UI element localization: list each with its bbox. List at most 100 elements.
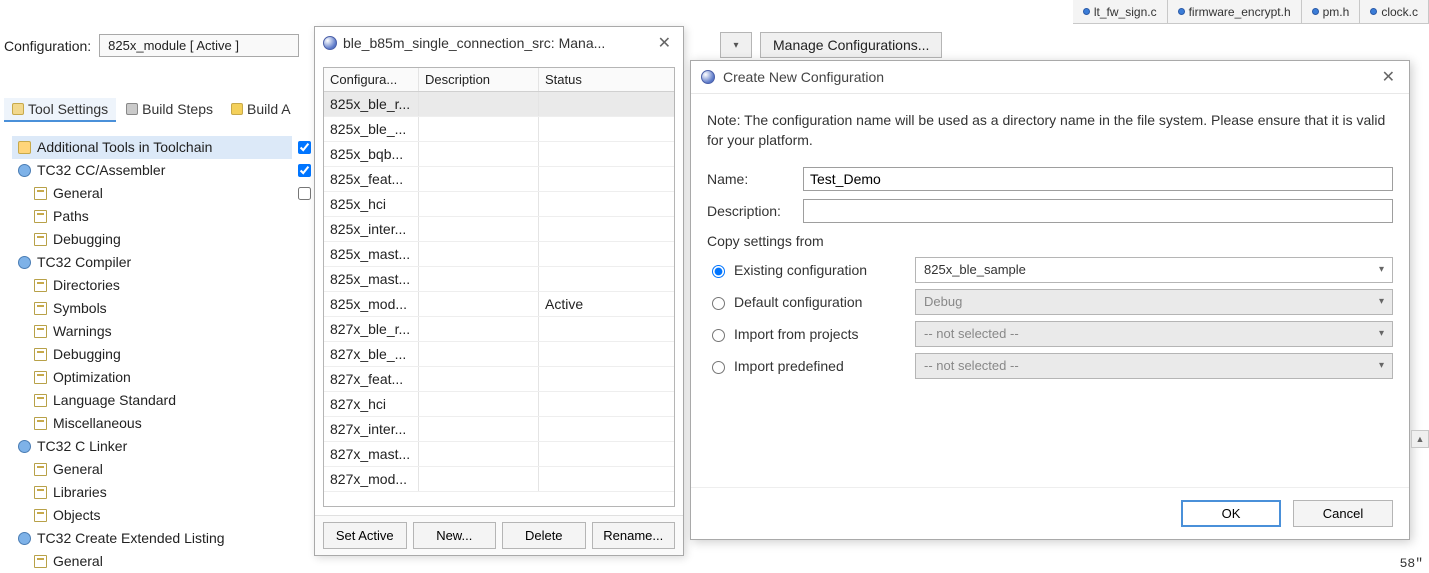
tree-asm-paths[interactable]: Paths	[12, 205, 292, 228]
doc-icon	[34, 210, 47, 223]
manage-titlebar[interactable]: ble_b85m_single_connection_src: Mana... …	[315, 27, 683, 59]
scroll-up-icon[interactable]: ▲	[1411, 430, 1429, 448]
set-active-button[interactable]: Set Active	[323, 522, 407, 549]
checkbox-column	[294, 138, 314, 203]
table-row[interactable]: 825x_feat...	[324, 167, 674, 192]
tab-build-artifact[interactable]: Build A	[223, 98, 299, 122]
table-row[interactable]: 825x_ble_r...	[324, 92, 674, 117]
tree-comp-warnings[interactable]: Warnings	[12, 320, 292, 343]
tree-assembler[interactable]: TC32 CC/Assembler	[12, 159, 292, 182]
tool-icon	[18, 256, 31, 269]
tab-pm[interactable]: pm.h	[1302, 0, 1361, 23]
description-input[interactable]	[803, 199, 1393, 223]
default-select: Debug▾	[915, 289, 1393, 315]
delete-button[interactable]: Delete	[502, 522, 586, 549]
table-row[interactable]: 827x_inter...	[324, 417, 674, 442]
radio-default[interactable]: Default configuration	[707, 294, 907, 310]
configuration-select[interactable]: 825x_module [ Active ]	[99, 34, 299, 57]
name-input[interactable]	[803, 167, 1393, 191]
doc-icon	[34, 486, 47, 499]
tree-link-objects[interactable]: Objects	[12, 504, 292, 527]
trophy-icon	[231, 103, 243, 115]
chevron-down-icon: ▾	[1379, 328, 1384, 339]
doc-icon	[34, 417, 47, 430]
tree-compiler[interactable]: TC32 Compiler	[12, 251, 292, 274]
checkbox-2[interactable]	[294, 161, 314, 180]
tree-asm-debugging[interactable]: Debugging	[12, 228, 292, 251]
configuration-label: Configuration:	[4, 38, 91, 54]
doc-icon	[34, 348, 47, 361]
create-footer: OK Cancel	[691, 487, 1409, 539]
table-row[interactable]: 825x_mast...	[324, 242, 674, 267]
header-configuration[interactable]: Configura...	[324, 68, 419, 91]
tree-asm-general[interactable]: General	[12, 182, 292, 205]
existing-select[interactable]: 825x_ble_sample▾	[915, 257, 1393, 283]
create-note: Note: The configuration name will be use…	[707, 110, 1393, 151]
table-row[interactable]: 825x_mod...Active	[324, 292, 674, 317]
tree-extended-listing[interactable]: TC32 Create Extended Listing	[12, 527, 292, 550]
chevron-down-icon: ▾	[1379, 296, 1384, 307]
checkbox-1[interactable]	[294, 138, 314, 157]
copy-settings-title: Copy settings from	[707, 233, 1393, 249]
tree-comp-misc[interactable]: Miscellaneous	[12, 412, 292, 435]
tree-link-libraries[interactable]: Libraries	[12, 481, 292, 504]
new-button[interactable]: New...	[413, 522, 497, 549]
doc-icon	[34, 555, 47, 568]
file-icon	[1370, 8, 1377, 15]
tree-comp-language[interactable]: Language Standard	[12, 389, 292, 412]
table-row[interactable]: 825x_hci	[324, 192, 674, 217]
table-rows[interactable]: 825x_ble_r...825x_ble_...825x_bqb...825x…	[324, 92, 674, 506]
tree-comp-debugging[interactable]: Debugging	[12, 343, 292, 366]
table-row[interactable]: 827x_ble_r...	[324, 317, 674, 342]
doc-icon	[34, 325, 47, 338]
ok-button[interactable]: OK	[1181, 500, 1281, 527]
radio-import-projects[interactable]: Import from projects	[707, 326, 907, 342]
file-icon	[1178, 8, 1185, 15]
configuration-dropdown-button[interactable]	[720, 32, 752, 58]
gear-icon	[126, 103, 138, 115]
radio-import-predefined[interactable]: Import predefined	[707, 358, 907, 374]
table-row[interactable]: 825x_mast...	[324, 267, 674, 292]
name-label: Name:	[707, 171, 793, 187]
tree-comp-optimization[interactable]: Optimization	[12, 366, 292, 389]
close-icon[interactable]: ✕	[654, 33, 675, 53]
table-row[interactable]: 827x_hci	[324, 392, 674, 417]
tree-link-general[interactable]: General	[12, 458, 292, 481]
tree-linker[interactable]: TC32 C Linker	[12, 435, 292, 458]
manage-title: ble_b85m_single_connection_src: Mana...	[343, 35, 605, 51]
table-row[interactable]: 827x_feat...	[324, 367, 674, 392]
tab-build-steps[interactable]: Build Steps	[118, 98, 221, 122]
table-row[interactable]: 825x_inter...	[324, 217, 674, 242]
close-icon[interactable]: ✕	[1378, 67, 1399, 87]
manage-configurations-button[interactable]: Manage Configurations...	[760, 32, 942, 58]
doc-icon	[34, 302, 47, 315]
eclipse-icon	[323, 36, 337, 50]
editor-tabs: lt_fw_sign.c firmware_encrypt.h pm.h clo…	[1073, 0, 1429, 24]
header-status[interactable]: Status	[539, 68, 674, 91]
table-row[interactable]: 827x_mod...	[324, 467, 674, 492]
doc-icon	[34, 371, 47, 384]
tab-tool-settings[interactable]: Tool Settings	[4, 98, 116, 122]
chevron-down-icon: ▾	[1379, 264, 1384, 275]
tree-comp-directories[interactable]: Directories	[12, 274, 292, 297]
rename-button[interactable]: Rename...	[592, 522, 676, 549]
tab-fw-sign[interactable]: lt_fw_sign.c	[1073, 0, 1168, 23]
tab-fw-encrypt[interactable]: firmware_encrypt.h	[1168, 0, 1302, 23]
manage-configurations-dialog: ble_b85m_single_connection_src: Mana... …	[314, 26, 684, 556]
tool-tabs: Tool Settings Build Steps Build A	[0, 98, 299, 122]
create-titlebar[interactable]: Create New Configuration ✕	[691, 61, 1409, 94]
radio-existing[interactable]: Existing configuration	[707, 262, 907, 278]
checkbox-3[interactable]	[294, 184, 314, 203]
header-description[interactable]: Description	[419, 68, 539, 91]
tree-ext-general[interactable]: General	[12, 550, 292, 573]
table-row[interactable]: 827x_ble_...	[324, 342, 674, 367]
table-row[interactable]: 825x_ble_...	[324, 117, 674, 142]
table-row[interactable]: 825x_bqb...	[324, 142, 674, 167]
tree-additional-tools[interactable]: Additional Tools in Toolchain	[12, 136, 292, 159]
cancel-button[interactable]: Cancel	[1293, 500, 1393, 527]
table-row[interactable]: 827x_mast...	[324, 442, 674, 467]
tool-icon	[18, 440, 31, 453]
settings-tree[interactable]: Additional Tools in Toolchain TC32 CC/As…	[12, 136, 292, 573]
tab-clock[interactable]: clock.c	[1360, 0, 1429, 23]
tree-comp-symbols[interactable]: Symbols	[12, 297, 292, 320]
